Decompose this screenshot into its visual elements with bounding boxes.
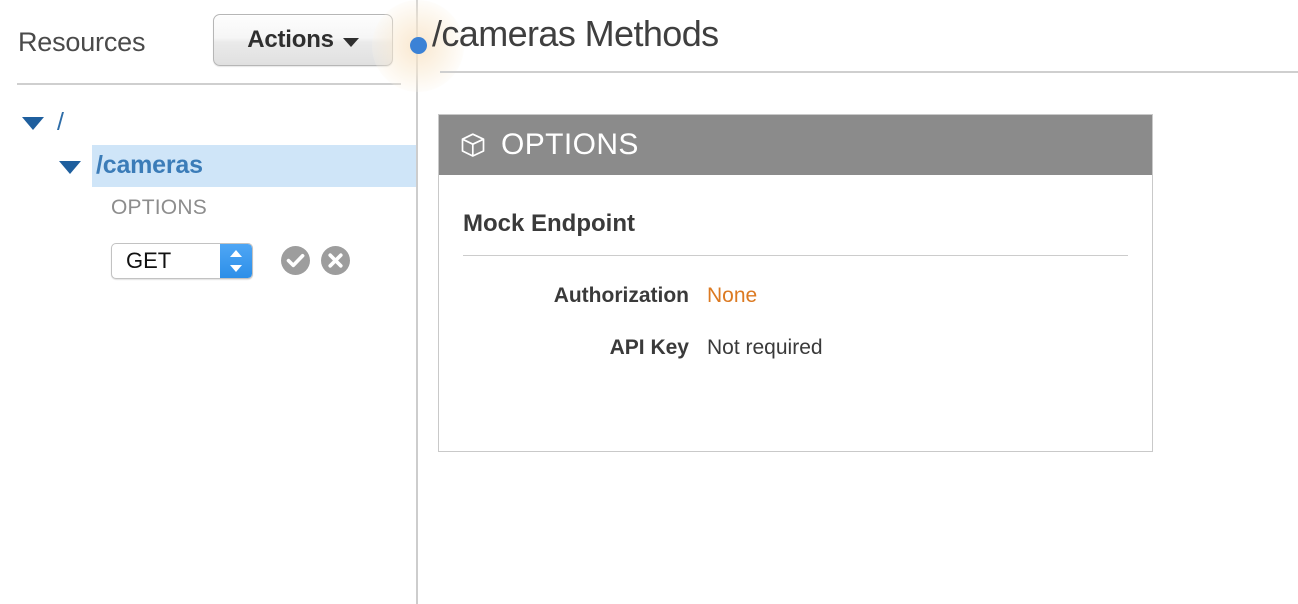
caret-down-icon[interactable]	[22, 117, 44, 130]
tree-item-cameras[interactable]: /cameras	[0, 145, 417, 187]
arrow-down-icon	[230, 265, 242, 272]
authorization-value[interactable]: None	[707, 284, 757, 308]
resources-panel: Resources Actions / /cameras OPTIONS GET	[0, 0, 417, 604]
x-circle-icon[interactable]	[321, 246, 350, 275]
page-title: Resources	[18, 27, 146, 57]
authorization-label: Authorization	[553, 284, 689, 307]
methods-header-divider	[440, 71, 1298, 73]
methods-page-title: /cameras Methods	[432, 13, 719, 54]
method-detail-card: OPTIONS Mock Endpoint Authorization None…	[438, 114, 1153, 452]
mock-endpoint-divider	[463, 255, 1128, 256]
detail-row-authorization: Authorization None	[439, 284, 1152, 312]
chevron-down-icon	[342, 37, 359, 47]
resources-header-divider	[17, 83, 401, 85]
method-detail-header-title: OPTIONS	[501, 128, 639, 161]
actions-button[interactable]: Actions	[213, 14, 393, 66]
up-down-arrows-icon[interactable]	[220, 244, 252, 278]
detail-row-api-key: API Key Not required	[439, 336, 1152, 364]
tree-item-options-method[interactable]: OPTIONS	[111, 196, 207, 220]
tree-item-root[interactable]: /	[0, 100, 417, 142]
caret-down-icon[interactable]	[59, 161, 81, 174]
check-circle-icon[interactable]	[281, 246, 310, 275]
mock-endpoint-title: Mock Endpoint	[463, 210, 635, 237]
method-select[interactable]: GET	[111, 243, 253, 279]
cube-icon	[461, 133, 485, 157]
new-method-row: GET	[0, 243, 417, 285]
method-select-value: GET	[126, 248, 172, 273]
api-key-label: API Key	[609, 336, 689, 359]
methods-panel: /cameras Methods OPTIONS Mock Endpoint A…	[418, 0, 1298, 604]
resources-header: Resources Actions	[0, 0, 417, 84]
method-detail-header: OPTIONS	[439, 115, 1152, 175]
tree-item-cameras-label: /cameras	[96, 151, 203, 179]
resource-tree: / /cameras OPTIONS GET	[0, 100, 417, 279]
api-key-value: Not required	[707, 336, 823, 359]
actions-button-label: Actions	[247, 26, 334, 53]
arrow-up-icon	[230, 250, 242, 257]
tree-item-root-label: /	[57, 108, 64, 136]
